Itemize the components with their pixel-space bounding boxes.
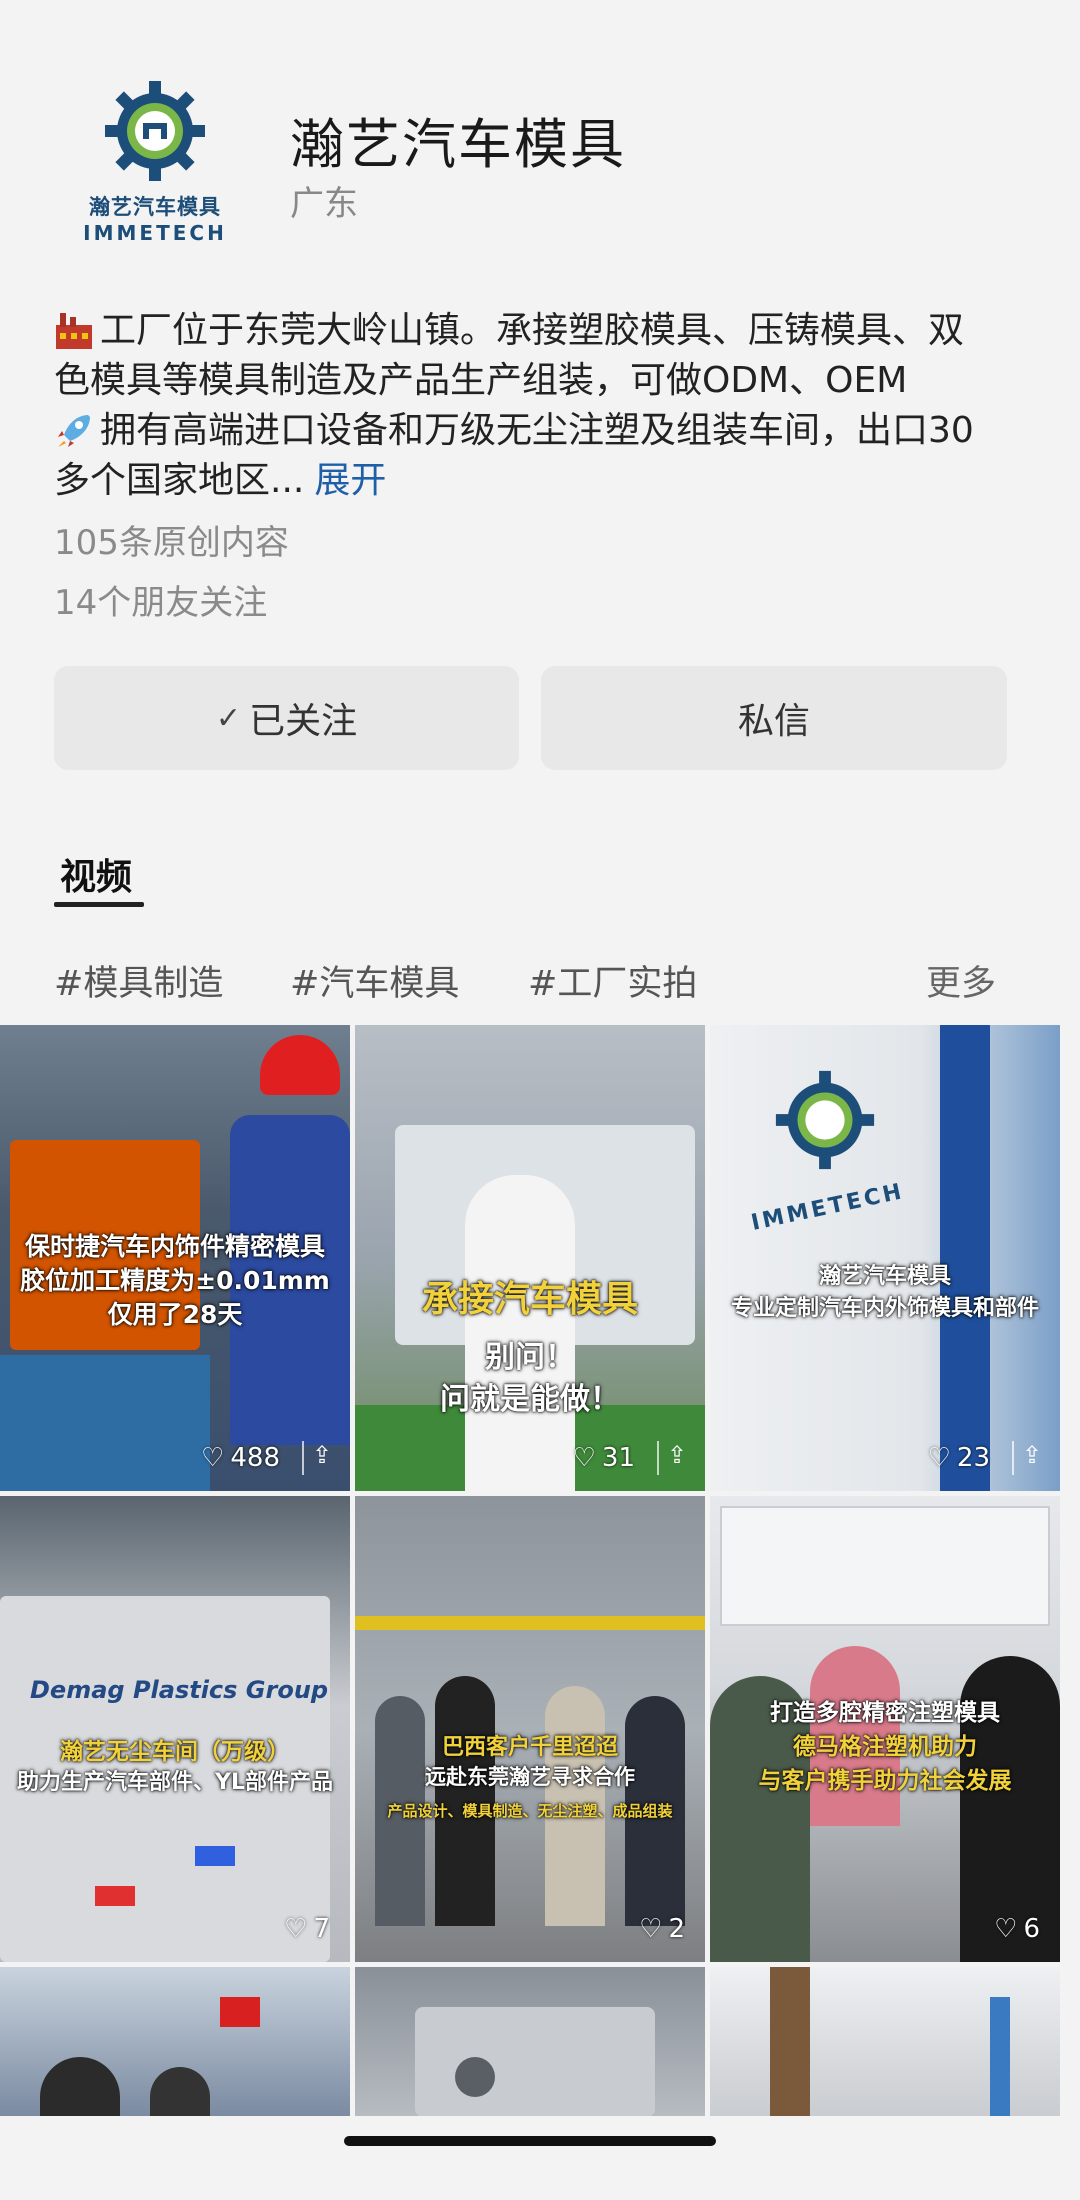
video-thumbnail[interactable] xyxy=(0,1967,350,2117)
friends-follow-count[interactable]: 14个朋友关注 xyxy=(54,575,267,624)
bio-text-2: 色模具等模具制造及产品生产组装，可做ODM、OEM xyxy=(54,360,908,401)
like-count: ♡ 2 xyxy=(639,1914,685,1944)
message-button-label: 私信 xyxy=(737,701,810,742)
video-thumbnail[interactable] xyxy=(355,1967,705,2117)
bio-text-4: 多个国家地区... xyxy=(54,460,305,501)
bio-line: 色模具等模具制造及产品生产组装，可做ODM、OEM xyxy=(54,356,1014,406)
like-count: ♡ 488 xyxy=(201,1443,280,1473)
video-caption: 远赴东莞瀚艺寻求合作 产品设计、模具制造、无尘注塑、成品组装 xyxy=(387,1765,673,1820)
tags-more-button[interactable]: 更多 xyxy=(926,955,996,1006)
heart-icon: ♡ xyxy=(572,1443,596,1473)
followed-button[interactable]: ✓ 已关注 xyxy=(54,666,519,770)
topic-tags-bar: #模具制造 #汽车模具 #工厂实拍 更多 xyxy=(0,955,1080,1005)
flag-shape xyxy=(220,1997,260,2027)
followed-button-label: 已关注 xyxy=(249,701,358,742)
profile-bio: 工厂位于东莞大岭山镇。承接塑胶模具、压铸模具、双 色模具等模具制造及产品生产组装… xyxy=(54,306,1014,506)
tag-auto-mold[interactable]: #汽车模具 xyxy=(290,955,459,1006)
person-shape xyxy=(40,2057,120,2117)
bio-expand-link[interactable]: 展开 xyxy=(314,456,386,506)
heart-icon: ♡ xyxy=(927,1443,951,1473)
video-caption-highlight: 承接汽车模具 xyxy=(421,1279,638,1320)
video-caption: 打造多腔精密注塑模具 德马格注塑机助力 与客户携手助力社会发展 xyxy=(758,1700,1012,1794)
video-thumbnail[interactable] xyxy=(710,1967,1060,2117)
message-button[interactable]: 私信 xyxy=(541,666,1007,770)
red-bin-shape xyxy=(95,1886,135,1906)
profile-header: 瀚艺汽车模具 IMMETECH 瀚艺汽车模具 广东 xyxy=(0,0,1080,270)
metal-part-shape xyxy=(415,2007,655,2117)
video-thumbnail[interactable]: 保时捷汽车内饰件精密模具 胶位加工精度为±0.01mm 仅用了28天 ♡ 488 … xyxy=(0,1025,350,1491)
account-name: 瀚艺汽车模具 xyxy=(290,113,626,176)
video-caption: 保时捷汽车内饰件精密模具 胶位加工精度为±0.01mm 仅用了28天 xyxy=(20,1232,330,1329)
video-caption: 瀚艺汽车模具 专业定制汽车内外饰模具和部件 xyxy=(730,1264,1039,1321)
heart-icon: ♡ xyxy=(994,1914,1018,1944)
heart-icon: ♡ xyxy=(284,1914,308,1944)
home-indicator[interactable] xyxy=(344,2136,716,2146)
tag-mold-manufacturing[interactable]: #模具制造 xyxy=(54,955,223,1006)
hard-hat-shape xyxy=(260,1035,340,1095)
tag-factory-footage[interactable]: #工厂实拍 xyxy=(528,955,697,1006)
heart-icon: ♡ xyxy=(639,1914,663,1944)
factory-emoji-icon xyxy=(54,311,94,351)
video-thumbnail[interactable]: IMMETECH 瀚艺汽车模具 专业定制汽车内外饰模具和部件 ♡ 23 ⇪ xyxy=(710,1025,1060,1491)
hole-shape xyxy=(455,2057,495,2097)
pillar-shape xyxy=(990,1997,1010,2117)
video-thumbnail[interactable]: 巴西客户千里迢迢 远赴东莞瀚艺寻求合作 产品设计、模具制造、无尘注塑、成品组装 … xyxy=(355,1496,705,1962)
like-count: ♡ 23 xyxy=(927,1443,990,1473)
machine-brand-text: Demag Plastics Group xyxy=(30,1676,329,1704)
system-nav-bar xyxy=(0,2116,1080,2200)
logo-english-text: IMMETECH xyxy=(83,221,227,245)
heart-icon: ♡ xyxy=(201,1443,225,1473)
video-thumbnail[interactable]: Demag Plastics Group 瀚艺无尘车间（万级） 助力生产汽车部件… xyxy=(0,1496,350,1962)
workbench-shape xyxy=(0,1355,210,1491)
tab-active-indicator xyxy=(54,902,144,907)
like-count: ♡ 31 xyxy=(572,1443,635,1473)
wall-logo-icon xyxy=(775,1070,875,1170)
crane-beam-shape xyxy=(355,1616,705,1630)
display-board-shape xyxy=(720,1506,1050,1626)
rocket-emoji-icon xyxy=(54,411,94,451)
video-caption: 别问！ 问就是能做！ xyxy=(440,1340,620,1417)
account-region: 广东 xyxy=(290,184,358,224)
gear-logo-icon xyxy=(105,81,205,181)
bio-line: 多个国家地区... 展开 xyxy=(54,456,1014,506)
share-icon[interactable]: ⇪ xyxy=(302,1441,332,1475)
share-icon[interactable]: ⇪ xyxy=(1012,1441,1042,1475)
building-stripe-shape xyxy=(940,1025,990,1491)
video-caption-highlight: 瀚艺无尘车间（万级） xyxy=(60,1739,290,1765)
person-shape xyxy=(150,2067,210,2117)
bio-line: 工厂位于东莞大岭山镇。承接塑胶模具、压铸模具、双 xyxy=(54,306,1014,356)
bio-line: 拥有高端进口设备和万级无尘注塑及组装车间，出口30 xyxy=(54,406,1014,456)
logo-chinese-text: 瀚艺汽车模具 xyxy=(89,195,221,219)
check-icon: ✓ xyxy=(215,700,242,736)
video-thumbnail[interactable]: 承接汽车模具 别问！ 问就是能做！ ♡ 31 ⇪ xyxy=(355,1025,705,1491)
original-content-count[interactable]: 105条原创内容 xyxy=(54,515,289,564)
bio-text-1: 工厂位于东莞大岭山镇。承接塑胶模具、压铸模具、双 xyxy=(100,310,965,351)
video-caption: 助力生产汽车部件、YL部件产品 xyxy=(17,1770,333,1795)
brand-logo[interactable]: 瀚艺汽车模具 IMMETECH xyxy=(70,75,240,245)
tab-videos[interactable]: 视频 xyxy=(60,848,132,900)
ladder-shape xyxy=(770,1967,810,2117)
share-icon[interactable]: ⇪ xyxy=(657,1441,687,1475)
bio-text-3: 拥有高端进口设备和万级无尘注塑及组装车间，出口30 xyxy=(100,410,974,451)
blue-bin-shape xyxy=(195,1846,235,1866)
video-caption-highlight: 巴西客户千里迢迢 xyxy=(441,1735,618,1760)
like-count: ♡ 6 xyxy=(994,1914,1040,1944)
like-count: ♡ 7 xyxy=(284,1914,330,1944)
person-shape xyxy=(465,1175,575,1491)
wall-logo-text: IMMETECH xyxy=(749,1179,907,1236)
video-thumbnail[interactable]: 打造多腔精密注塑模具 德马格注塑机助力 与客户携手助力社会发展 ♡ 6 xyxy=(710,1496,1060,1962)
